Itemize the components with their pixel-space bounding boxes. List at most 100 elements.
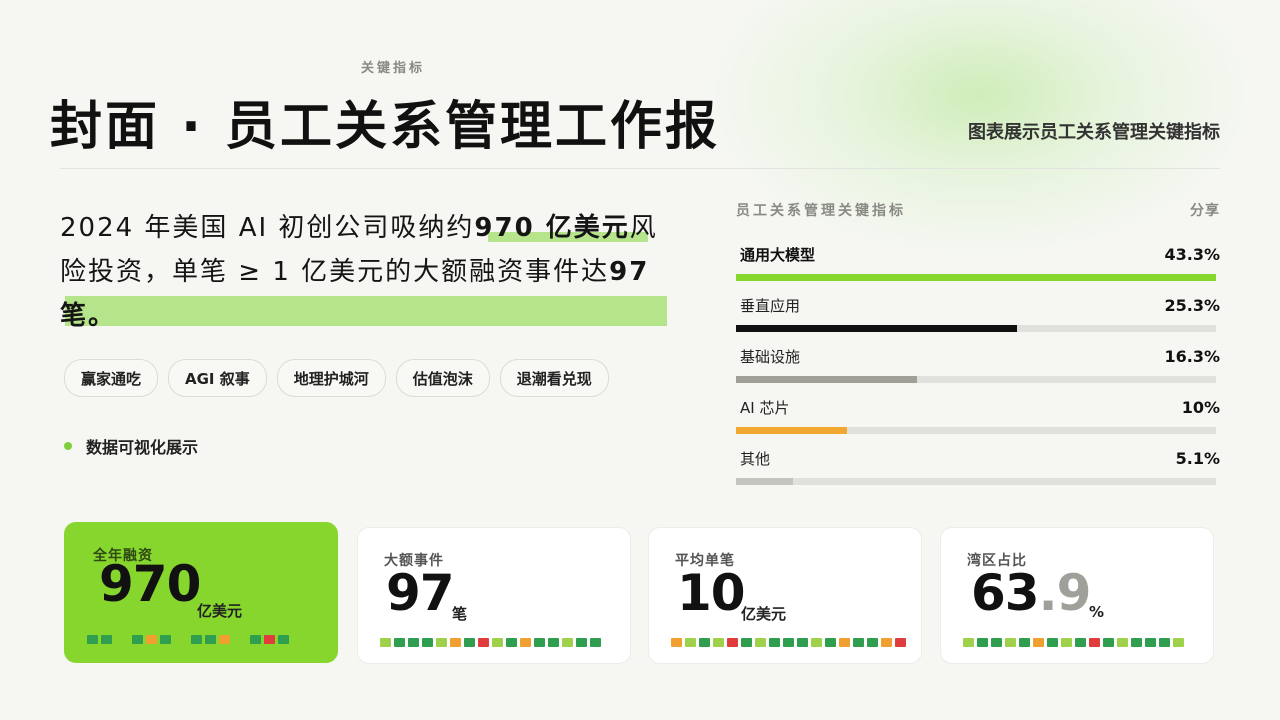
tag-chip[interactable]: AGI 叙事 xyxy=(168,359,267,397)
status-square xyxy=(783,638,794,647)
metric-value: 63.9 xyxy=(971,564,1092,622)
share-item-name: 其他 xyxy=(740,450,771,468)
status-square xyxy=(394,638,405,647)
status-square xyxy=(811,638,822,647)
status-square xyxy=(205,635,216,644)
share-bar-track xyxy=(736,427,1216,434)
eyebrow-label: 关键指标 xyxy=(361,61,426,76)
viz-section-label: 数据可视化展示 xyxy=(64,434,198,458)
share-panel: 员工关系管理关键指标 分享 通用大模型 43.3% 垂直应用 25.3% 基础设施 16.… xyxy=(736,200,1220,485)
headline-text: 2024 年美国 AI 初创公司吸纳约970 亿美元风险投资，单笔 ≥ 1 亿美… xyxy=(60,206,680,338)
status-squares xyxy=(380,638,601,647)
tag-chip[interactable]: 退潮看兑现 xyxy=(499,359,609,397)
status-square xyxy=(464,638,475,647)
share-item-name: 垂直应用 xyxy=(740,297,801,315)
share-item-name: 通用大模型 xyxy=(740,246,816,264)
status-square xyxy=(769,638,780,647)
share-bar-fill xyxy=(736,427,847,434)
status-square xyxy=(450,638,461,647)
metric-unit: 亿美元 xyxy=(197,602,243,620)
status-square xyxy=(963,638,974,647)
status-square xyxy=(146,635,157,644)
square-gap xyxy=(174,635,191,644)
status-square xyxy=(797,638,808,647)
share-row: 其他 5.1% xyxy=(736,448,1220,485)
status-square xyxy=(436,638,447,647)
tag-list: 赢家通吃 AGI 叙事 地理护城河 估值泡沫 退潮看兑现 xyxy=(64,359,609,397)
status-square xyxy=(755,638,766,647)
status-square xyxy=(1103,638,1114,647)
square-gap xyxy=(115,635,132,644)
status-square xyxy=(590,638,601,647)
status-square xyxy=(671,638,682,647)
status-square xyxy=(839,638,850,647)
panel-title: 员工关系管理关键指标 xyxy=(736,203,906,219)
share-item-value: 16.3% xyxy=(1164,347,1220,366)
status-square xyxy=(520,638,531,647)
metric-card-annual-funding: 全年融资 970 亿美元 xyxy=(64,522,338,663)
status-square xyxy=(219,635,230,644)
status-square xyxy=(1033,638,1044,647)
status-square xyxy=(548,638,559,647)
status-square xyxy=(1159,638,1170,647)
status-square xyxy=(825,638,836,647)
metric-value-decimal: .9 xyxy=(1038,564,1092,622)
share-bar-track xyxy=(736,478,1216,485)
metric-card-bay-area-share: 湾区占比 63.9 % xyxy=(940,527,1214,664)
share-row: 通用大模型 43.3% xyxy=(736,244,1220,281)
share-item-value: 5.1% xyxy=(1175,449,1220,468)
metric-card-average-deal: 平均单笔 10 亿美元 xyxy=(648,527,922,664)
metric-value: 97 xyxy=(386,564,455,622)
share-item-name: AI 芯片 xyxy=(740,399,790,417)
tag-chip[interactable]: 地理护城河 xyxy=(276,359,386,397)
status-square xyxy=(1089,638,1100,647)
status-square xyxy=(699,638,710,647)
viz-label-text: 数据可视化展示 xyxy=(86,438,199,457)
share-item-name: 基础设施 xyxy=(740,348,801,366)
share-bar-track xyxy=(736,376,1216,383)
status-squares xyxy=(87,635,292,644)
metric-value: 10 xyxy=(677,564,746,622)
status-square xyxy=(867,638,878,647)
share-row: 基础设施 16.3% xyxy=(736,346,1220,383)
status-square xyxy=(1047,638,1058,647)
status-square xyxy=(895,638,906,647)
share-bar-fill xyxy=(736,274,1216,281)
status-square xyxy=(380,638,391,647)
status-square xyxy=(1145,638,1156,647)
status-square xyxy=(1131,638,1142,647)
share-bar-fill xyxy=(736,376,917,383)
share-row: AI 芯片 10% xyxy=(736,397,1220,434)
tag-chip[interactable]: 估值泡沫 xyxy=(395,359,490,397)
metric-unit: 笔 xyxy=(452,605,468,623)
status-square xyxy=(250,635,261,644)
share-bar-fill xyxy=(736,478,793,485)
status-square xyxy=(492,638,503,647)
status-square xyxy=(408,638,419,647)
share-bar-track xyxy=(736,325,1216,332)
status-square xyxy=(101,635,112,644)
status-squares xyxy=(671,638,906,647)
share-item-value: 25.3% xyxy=(1164,296,1220,315)
bullet-dot-icon xyxy=(64,442,72,450)
status-square xyxy=(278,635,289,644)
metric-value: 970 xyxy=(99,555,201,613)
status-square xyxy=(478,638,489,647)
status-square xyxy=(881,638,892,647)
headline-highlight: 97 xyxy=(609,257,650,287)
status-square xyxy=(422,638,433,647)
tag-chip[interactable]: 赢家通吃 xyxy=(64,359,159,397)
metric-card-large-deals: 大额事件 97 笔 xyxy=(357,527,631,664)
share-row: 垂直应用 25.3% xyxy=(736,295,1220,332)
status-square xyxy=(191,635,202,644)
share-row-labels: 基础设施 16.3% xyxy=(736,346,1220,367)
page-subtitle: 图表展示员工关系管理关键指标 xyxy=(968,122,1220,143)
status-square xyxy=(853,638,864,647)
panel-header: 员工关系管理关键指标 分享 xyxy=(736,200,1220,220)
header-divider xyxy=(60,168,1220,169)
share-row-labels: 垂直应用 25.3% xyxy=(736,295,1220,316)
share-bar-track xyxy=(736,274,1216,281)
share-row-labels: 其他 5.1% xyxy=(736,448,1220,469)
share-label[interactable]: 分享 xyxy=(1190,200,1220,220)
status-square xyxy=(1005,638,1016,647)
